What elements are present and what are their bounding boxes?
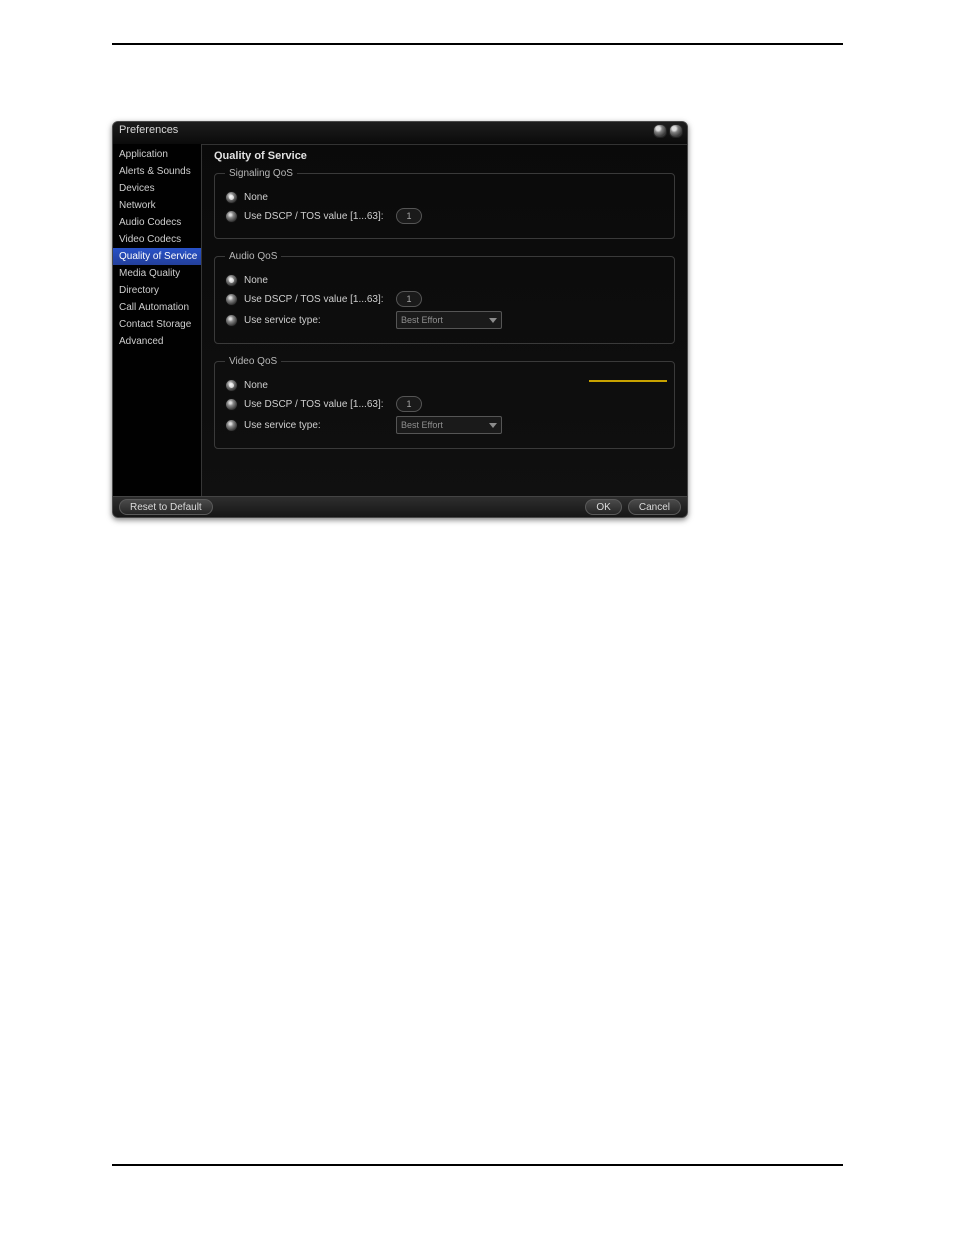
signaling-radio-none[interactable] — [225, 191, 238, 204]
sidebar-item-quality-of-service[interactable]: Quality of Service — [113, 248, 201, 265]
chevron-down-icon — [489, 318, 497, 323]
sidebar-item-video-codecs[interactable]: Video Codecs — [113, 231, 201, 248]
footer: Reset to Default OK Cancel — [113, 496, 687, 517]
audio-dscp-input[interactable]: 1 — [396, 291, 422, 307]
sidebar-item-alerts-sounds[interactable]: Alerts & Sounds — [113, 163, 201, 180]
cancel-button[interactable]: Cancel — [628, 499, 681, 515]
video-none-label: None — [244, 380, 268, 391]
annotation-highlight — [589, 380, 667, 382]
signaling-qos-legend: Signaling QoS — [225, 168, 297, 179]
content-panel: Quality of Service Signaling QoS None Us… — [202, 144, 687, 497]
audio-qos-group: Audio QoS None Use DSCP / TOS value [1..… — [214, 251, 675, 344]
signaling-radio-dscp[interactable] — [225, 210, 238, 223]
panel-title: Quality of Service — [214, 150, 677, 162]
ok-button[interactable]: OK — [585, 499, 621, 515]
sidebar-item-directory[interactable]: Directory — [113, 282, 201, 299]
audio-service-label: Use service type: — [244, 315, 390, 326]
page-rule-bottom — [112, 1164, 843, 1166]
sidebar-item-contact-storage[interactable]: Contact Storage — [113, 316, 201, 333]
sidebar-item-media-quality[interactable]: Media Quality — [113, 265, 201, 282]
sidebar-item-call-automation[interactable]: Call Automation — [113, 299, 201, 316]
signaling-dscp-label: Use DSCP / TOS value [1...63]: — [244, 211, 390, 222]
video-dscp-label: Use DSCP / TOS value [1...63]: — [244, 399, 390, 410]
signaling-qos-group: Signaling QoS None Use DSCP / TOS value … — [214, 168, 675, 239]
sidebar-item-devices[interactable]: Devices — [113, 180, 201, 197]
audio-radio-none[interactable] — [225, 274, 238, 287]
audio-dscp-label: Use DSCP / TOS value [1...63]: — [244, 294, 390, 305]
reset-to-default-button[interactable]: Reset to Default — [119, 499, 213, 515]
video-radio-service[interactable] — [225, 419, 238, 432]
audio-radio-service[interactable] — [225, 314, 238, 327]
sidebar-item-audio-codecs[interactable]: Audio Codecs — [113, 214, 201, 231]
sidebar-item-network[interactable]: Network — [113, 197, 201, 214]
video-service-label: Use service type: — [244, 420, 390, 431]
video-service-select[interactable]: Best Effort — [396, 416, 502, 434]
signaling-none-label: None — [244, 192, 268, 203]
video-qos-legend: Video QoS — [225, 356, 281, 367]
video-radio-dscp[interactable] — [225, 398, 238, 411]
video-radio-none[interactable] — [225, 379, 238, 392]
close-icon[interactable] — [669, 124, 683, 138]
signaling-dscp-input[interactable]: 1 — [396, 208, 422, 224]
audio-radio-dscp[interactable] — [225, 293, 238, 306]
preferences-window: Preferences Application Alerts & Sounds … — [112, 121, 688, 518]
audio-none-label: None — [244, 275, 268, 286]
sidebar-item-advanced[interactable]: Advanced — [113, 333, 201, 350]
page-rule-top — [112, 43, 843, 45]
window-title: Preferences — [119, 124, 178, 136]
titlebar: Preferences — [113, 122, 687, 145]
chevron-down-icon — [489, 423, 497, 428]
sidebar-item-application[interactable]: Application — [113, 146, 201, 163]
audio-service-select[interactable]: Best Effort — [396, 311, 502, 329]
video-qos-group: Video QoS None Use DSCP / TOS value [1..… — [214, 356, 675, 449]
audio-qos-legend: Audio QoS — [225, 251, 281, 262]
sidebar: Application Alerts & Sounds Devices Netw… — [113, 144, 202, 497]
help-icon[interactable] — [653, 124, 667, 138]
video-dscp-input[interactable]: 1 — [396, 396, 422, 412]
